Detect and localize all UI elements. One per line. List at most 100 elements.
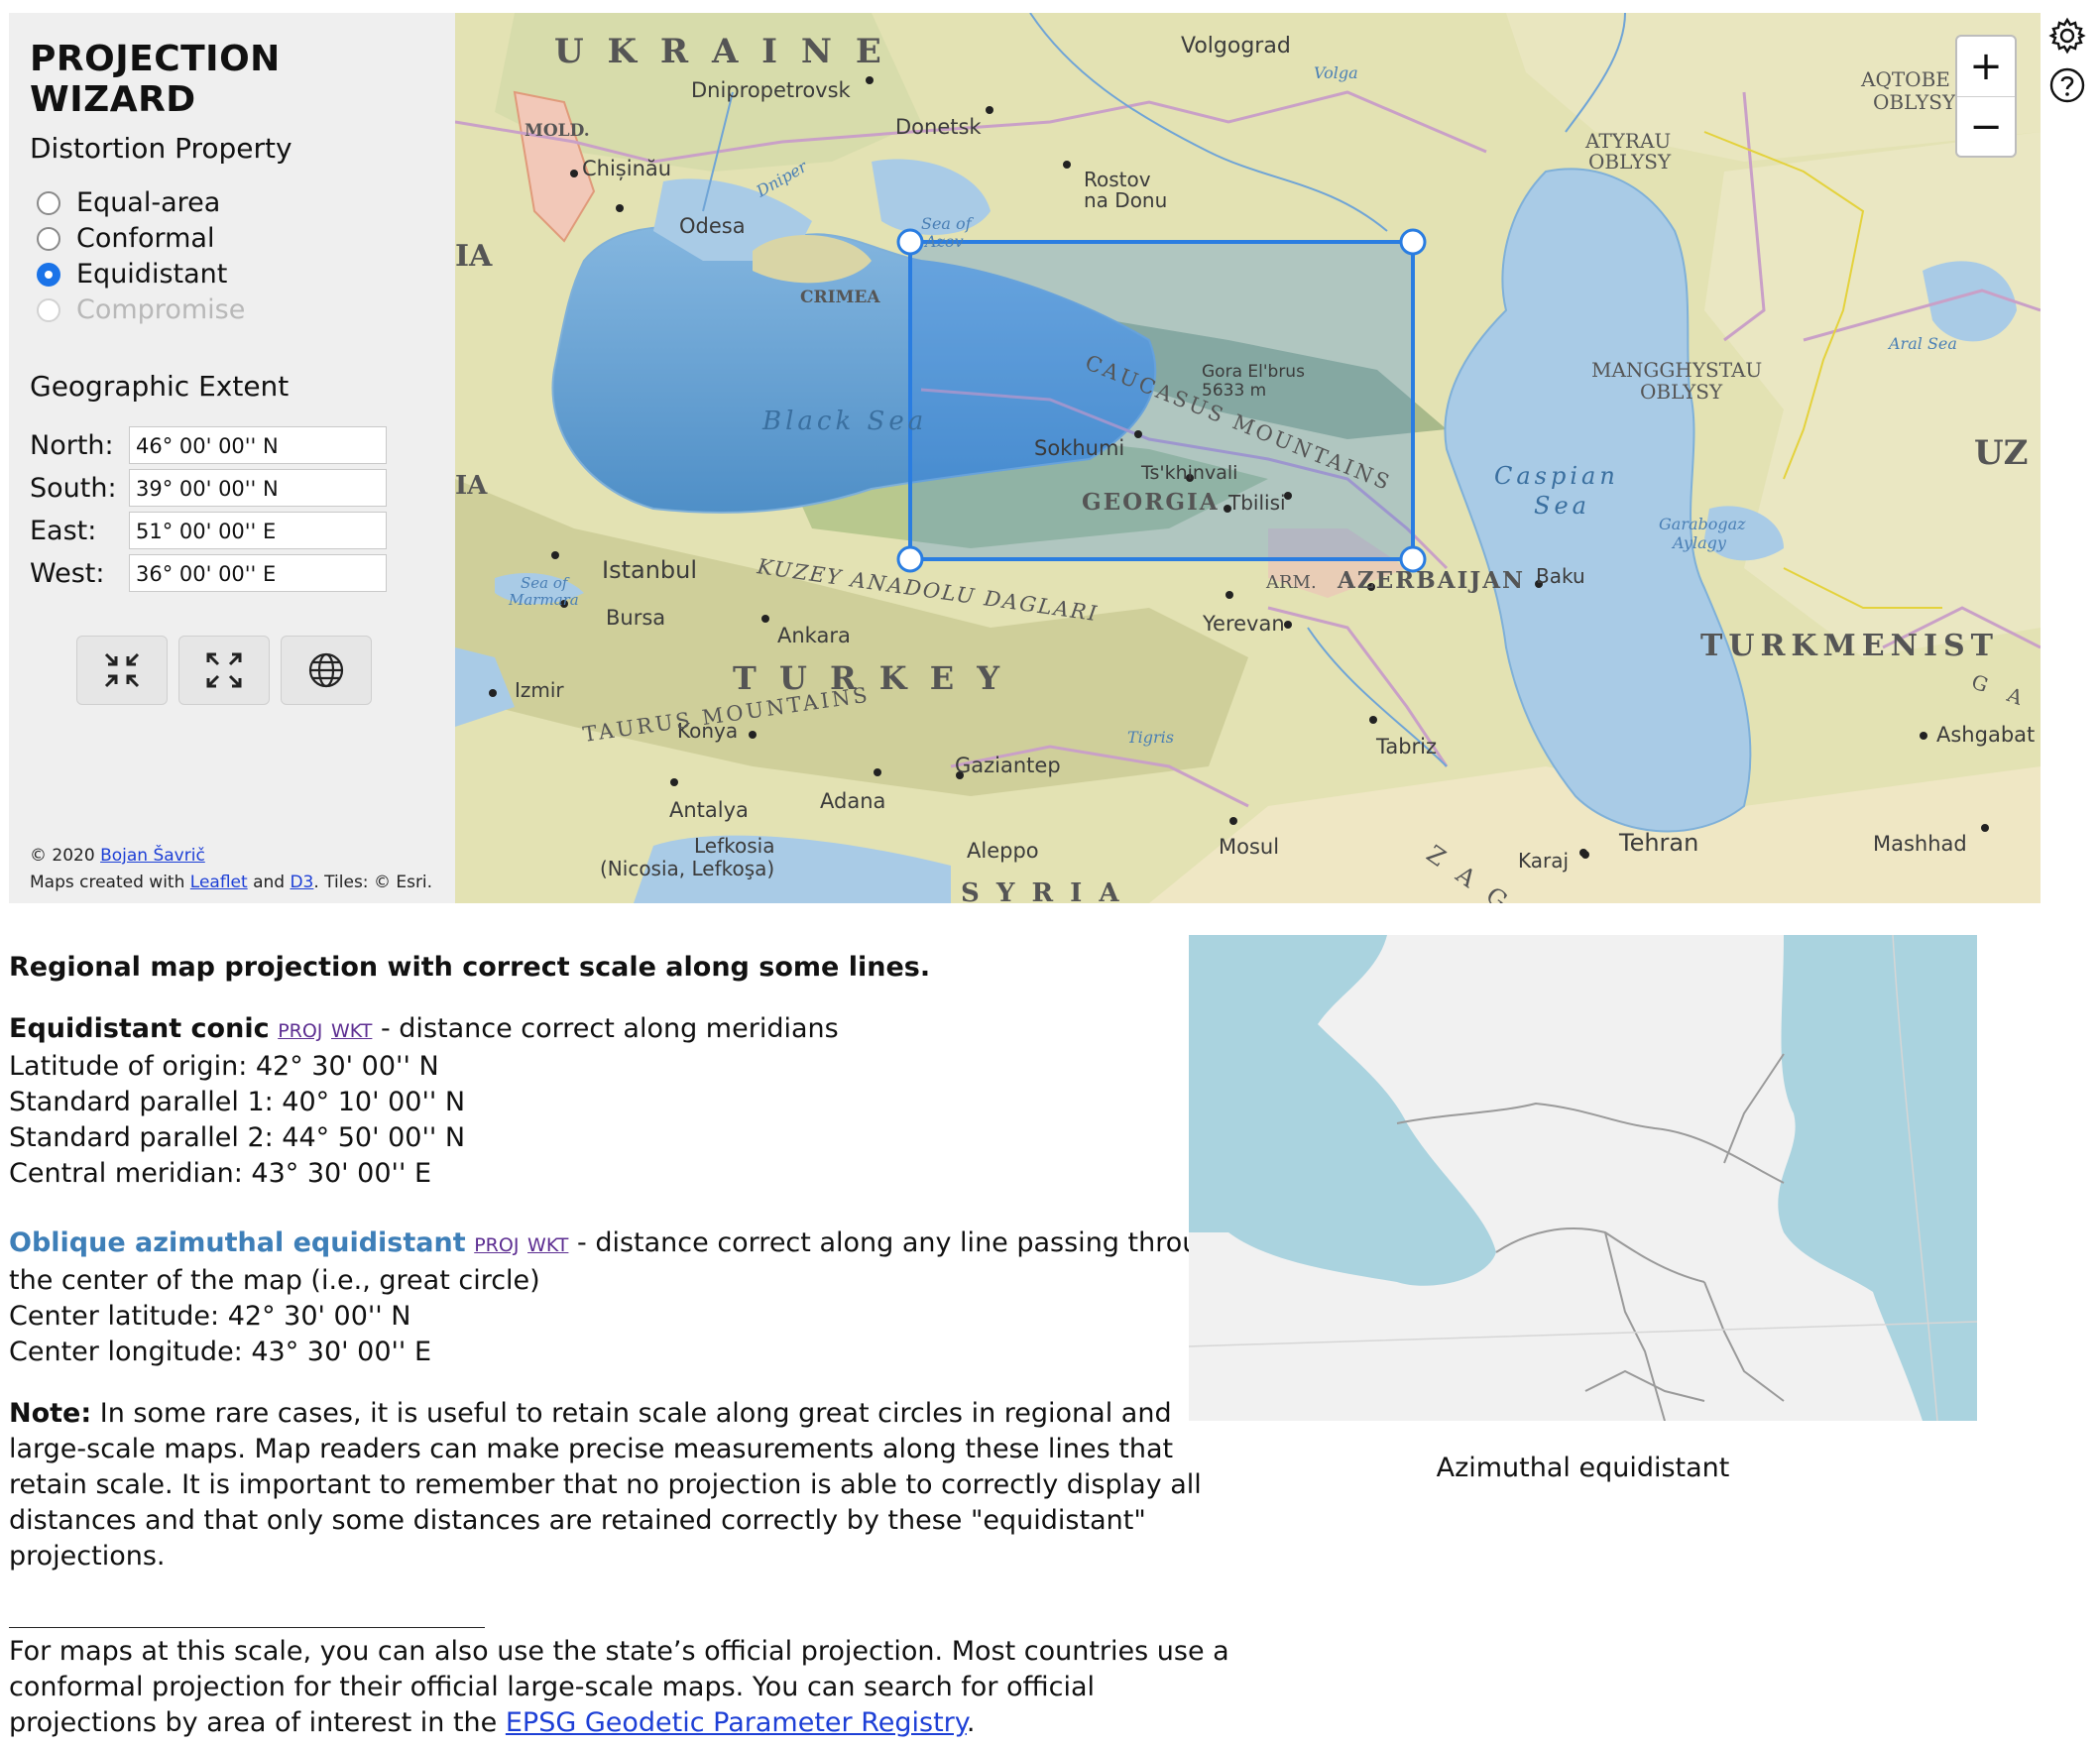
west-extent-row: West: 36° 00' 00'' E [30, 554, 387, 592]
footnote-line: For maps at this scale, you can also use… [9, 1636, 1229, 1667]
preview-map-svg [1189, 935, 1977, 1421]
east-input[interactable]: 51° 00' 00'' E [129, 512, 387, 549]
label-tigris: Tigris [1127, 728, 1174, 747]
radio-label: Equidistant [76, 259, 228, 290]
label-garabogaz-1: Garabogaz [1659, 515, 1746, 533]
south-input[interactable]: 39° 00' 00'' N [129, 469, 387, 507]
credit-and-text: and [253, 873, 286, 892]
library-credit: Maps created with Leaflet and D3. Tiles:… [30, 873, 432, 892]
label-arm: ARM. [1265, 572, 1317, 593]
shrink-extent-button[interactable] [76, 636, 168, 705]
conic-param: Standard parallel 1: 40° 10' 00'' N [9, 1087, 466, 1117]
label-ashgabat: Ashgabat [1936, 723, 2035, 747]
distortion-property-heading: Distortion Property [30, 132, 292, 165]
label-aqtobe-1: AQTOBE [1860, 67, 1950, 91]
help-button[interactable] [2046, 64, 2088, 106]
oblique-title[interactable]: Oblique azimuthal equidistant [9, 1227, 466, 1258]
author-link[interactable]: Bojan Šavrič [100, 846, 205, 866]
label-lefkosia-2: (Nicosia, Lefkoşa) [600, 857, 774, 880]
oblique-description-1: - distance correct along any line passin… [568, 1227, 1233, 1258]
projection-heading: Regional map projection with correct sca… [9, 952, 931, 983]
selection-handle-nw[interactable] [896, 228, 924, 256]
label-uz: UZ [1974, 433, 2028, 473]
geographic-extent-heading: Geographic Extent [30, 370, 290, 403]
equidistant-conic-block: Equidistant conic PROJ WKT - distance co… [9, 1011, 839, 1192]
label-mangghystau-2: OBLYSY [1640, 380, 1723, 404]
east-extent-row: East: 51° 00' 00'' E [30, 512, 387, 549]
west-label: West: [30, 557, 105, 589]
base-map[interactable]: U K R A I N E Volgograd Volga Dnipropetr… [455, 13, 2041, 903]
radio-compromise: Compromise [37, 294, 245, 325]
label-izmir: Izmir [515, 678, 564, 702]
selection-handle-ne[interactable] [1399, 228, 1427, 256]
note-line: large-scale maps. Map readers can make p… [9, 1434, 1174, 1464]
west-input[interactable]: 36° 00' 00'' E [129, 554, 387, 592]
map-viewport[interactable]: U K R A I N E Volgograd Volga Dnipropetr… [455, 13, 2041, 903]
d3-link[interactable]: D3 [290, 873, 313, 892]
zoom-in-button[interactable]: + [1957, 37, 2015, 97]
radio-equal-area[interactable]: Equal-area [37, 187, 220, 218]
note-line: projections. [9, 1541, 166, 1572]
label-aral-sea: Aral Sea [1887, 334, 1957, 353]
expand-extent-button[interactable] [178, 636, 270, 705]
footnote-period: . [966, 1707, 976, 1738]
note-block: Note: In some rare cases, it is useful t… [9, 1396, 1202, 1574]
epsg-registry-link[interactable]: EPSG Geodetic Parameter Registry [506, 1707, 967, 1738]
radio-circle-selected[interactable] [37, 262, 60, 287]
label-mold: MOLD. [525, 121, 590, 141]
label-donetsk: Donetsk [895, 115, 982, 139]
label-syria: S Y R I A [961, 878, 1123, 903]
label-istanbul: Istanbul [602, 556, 697, 584]
oblique-line: Oblique azimuthal equidistant PROJ WKT -… [9, 1225, 1233, 1263]
radio-circle[interactable] [37, 190, 60, 215]
leaflet-link[interactable]: Leaflet [190, 873, 248, 892]
label-adana: Adana [820, 789, 885, 813]
selection-handle-sw[interactable] [896, 545, 924, 573]
label-garabogaz-2: Aylagy [1671, 533, 1727, 552]
north-input[interactable]: 46° 00' 00'' N [129, 426, 387, 464]
label-ia-1: IA [455, 239, 493, 274]
conic-proj-link[interactable]: PROJ [278, 1020, 322, 1042]
label-sokhumi: Sokhumi [1034, 436, 1124, 460]
label-azerbaijan: AZERBAIJAN [1337, 567, 1525, 594]
label-ukraine: U K R A I N E [554, 32, 887, 71]
radio-label: Equal-area [76, 187, 221, 218]
label-crimea: CRIMEA [800, 288, 880, 307]
label-mangghystau-1: MANGGHYSTAU [1591, 358, 1762, 382]
conic-wkt-link[interactable]: WKT [331, 1020, 372, 1042]
label-dnipro: Dnipropetrovsk [691, 78, 852, 102]
label-karaj: Karaj [1518, 849, 1569, 873]
label-black-sea: Black Sea [761, 407, 927, 436]
label-mosul: Mosul [1219, 835, 1279, 859]
oblique-wkt-link[interactable]: WKT [527, 1234, 568, 1256]
label-antalya: Antalya [669, 798, 749, 822]
settings-button[interactable] [2046, 15, 2088, 57]
east-label: East: [30, 515, 97, 546]
shrink-arrows-icon [104, 652, 140, 688]
south-label: South: [30, 472, 117, 504]
label-georgia: GEORGIA [1082, 489, 1220, 516]
zoom-out-button[interactable]: − [1957, 97, 2015, 157]
copyright-credit: © 2020 Bojan Šavrič [30, 846, 205, 866]
projection-preview-map [1189, 935, 1977, 1421]
equidistant-conic-line: Equidistant conic PROJ WKT - distance co… [9, 1011, 839, 1049]
label-tbilisi: Tbilisi [1227, 491, 1286, 515]
world-extent-button[interactable] [281, 636, 372, 705]
label-caspian-1: Caspian [1494, 462, 1619, 490]
label-gaziantep: Gaziantep [955, 754, 1061, 777]
label-volgograd: Volgograd [1181, 34, 1291, 58]
globe-icon [308, 652, 344, 688]
conic-param: Standard parallel 2: 44° 50' 00'' N [9, 1122, 466, 1153]
radio-equidistant[interactable]: Equidistant [37, 259, 227, 290]
label-yerevan: Yerevan [1202, 612, 1285, 636]
wizard-sidebar: PROJECTION WIZARD Distortion Property Eq… [9, 13, 455, 903]
radio-circle[interactable] [37, 226, 60, 251]
radio-conformal[interactable]: Conformal [37, 223, 214, 254]
oblique-proj-link[interactable]: PROJ [474, 1234, 519, 1256]
label-rostov-2: na Donu [1084, 188, 1167, 212]
label-bursa: Bursa [606, 606, 665, 630]
label-baku: Baku [1536, 564, 1585, 588]
label-azov-1: Sea of [921, 214, 975, 233]
zoom-control: + − [1955, 35, 2017, 158]
footnote-text: projections by area of interest in the [9, 1707, 506, 1738]
